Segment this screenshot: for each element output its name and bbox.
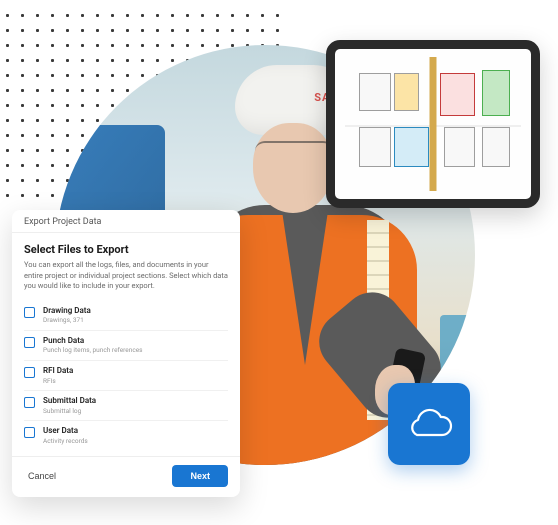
export-item-sub: Punch log items, punch references xyxy=(43,346,228,354)
next-button[interactable]: Next xyxy=(172,465,228,487)
checkbox-submittal[interactable] xyxy=(24,397,35,408)
cancel-button[interactable]: Cancel xyxy=(24,466,60,486)
export-item-text: Drawing Data Drawings, 371 xyxy=(43,306,228,325)
floorplan-room xyxy=(440,73,475,116)
export-item-drawing: Drawing Data Drawings, 371 xyxy=(24,301,228,331)
checkbox-user[interactable] xyxy=(24,427,35,438)
floorplan-room xyxy=(394,127,429,167)
export-item-punch: Punch Data Punch log items, punch refere… xyxy=(24,331,228,361)
dialog-body: Select Files to Export You can export al… xyxy=(12,233,240,456)
export-item-sub: RFIs xyxy=(43,377,228,385)
export-item-text: User Data Activity records xyxy=(43,426,228,445)
floor-plan-drawing xyxy=(345,57,521,191)
tablet-floorplan xyxy=(326,40,540,208)
export-item-label: RFI Data xyxy=(43,366,228,376)
dialog-header: Export Project Data xyxy=(12,210,240,233)
export-item-text: Submittal Data Submittal log xyxy=(43,396,228,415)
export-item-user: User Data Activity records xyxy=(24,421,228,450)
checkbox-punch[interactable] xyxy=(24,337,35,348)
export-item-rfi: RFI Data RFIs xyxy=(24,361,228,391)
dialog-description: You can export all the logs, files, and … xyxy=(24,260,228,290)
export-item-sub: Drawings, 371 xyxy=(43,316,228,324)
export-item-label: Submittal Data xyxy=(43,396,228,406)
export-item-submittal: Submittal Data Submittal log xyxy=(24,391,228,421)
cloud-icon xyxy=(405,407,453,441)
floorplan-room xyxy=(482,127,510,167)
checkbox-drawing[interactable] xyxy=(24,307,35,318)
export-item-text: Punch Data Punch log items, punch refere… xyxy=(43,336,228,355)
dialog-footer: Cancel Next xyxy=(12,456,240,497)
floorplan-room xyxy=(359,73,391,111)
floorplan-room xyxy=(444,127,476,167)
export-project-data-dialog: Export Project Data Select Files to Expo… xyxy=(12,210,240,497)
floorplan-room xyxy=(359,127,391,167)
export-item-label: User Data xyxy=(43,426,228,436)
floorplan-room xyxy=(482,70,510,116)
floorplan-room xyxy=(394,73,419,111)
export-item-text: RFI Data RFIs xyxy=(43,366,228,385)
worker-face xyxy=(253,123,333,213)
safety-glasses xyxy=(255,141,333,163)
export-item-sub: Activity records xyxy=(43,437,228,445)
export-item-sub: Submittal log xyxy=(43,407,228,415)
dialog-title: Select Files to Export xyxy=(24,243,228,256)
background-structure xyxy=(440,315,475,385)
cloud-tile[interactable] xyxy=(388,383,470,465)
checkbox-rfi[interactable] xyxy=(24,367,35,378)
export-item-label: Punch Data xyxy=(43,336,228,346)
export-item-label: Drawing Data xyxy=(43,306,228,316)
